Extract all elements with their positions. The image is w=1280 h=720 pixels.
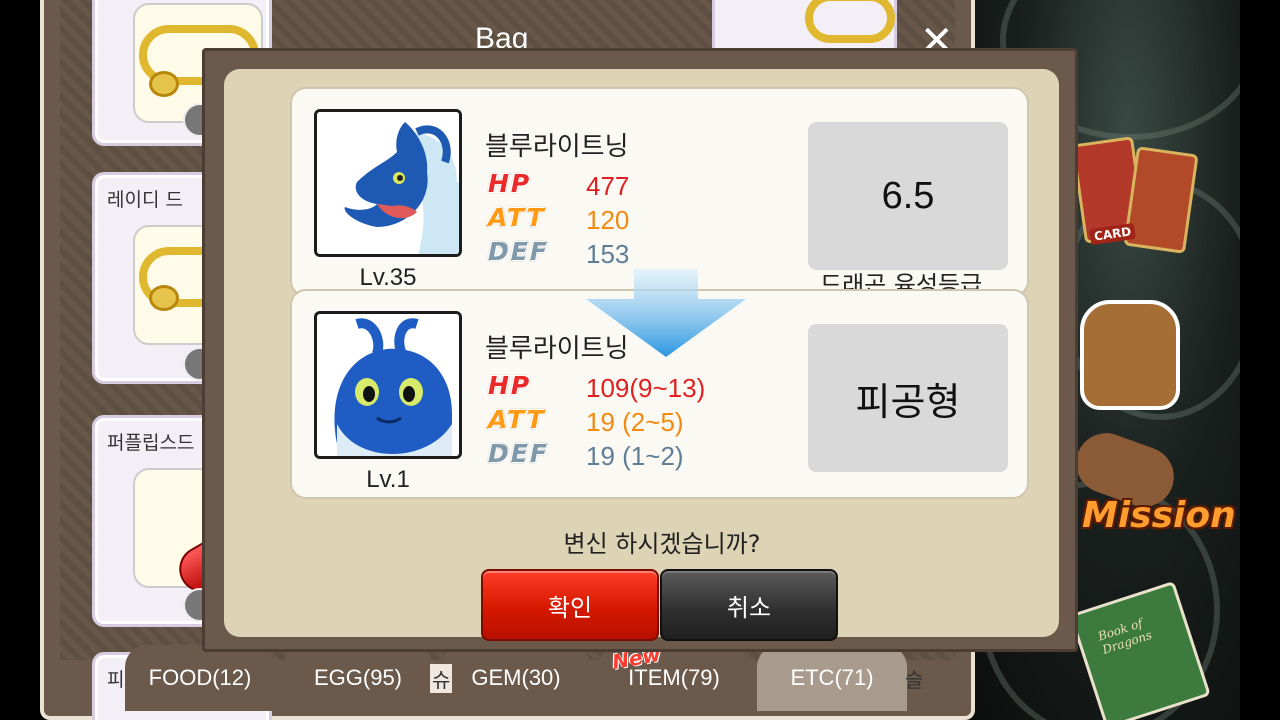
current-dragon-panel: Lv.35 블루라이트닝 HP 477 ATT 120 DEF 153 6.5 … — [290, 87, 1029, 299]
def-value: 19 (1~2) — [586, 441, 684, 471]
def-label: DEF — [488, 237, 549, 266]
dialog-body: Lv.35 블루라이트닝 HP 477 ATT 120 DEF 153 6.5 … — [224, 69, 1059, 641]
current-dragon-level: Lv.35 — [359, 264, 417, 291]
def-value: 153 — [586, 239, 630, 269]
evolve-dialog: Lv.35 블루라이트닝 HP 477 ATT 120 DEF 153 6.5 … — [202, 48, 1078, 652]
game-screen: CARD Mission Book of Dragons Bag ✕ 레이디 드… — [0, 0, 1280, 720]
def-label: DEF — [488, 439, 549, 468]
evolve-question: 변신 하시겠습니까? — [563, 530, 761, 558]
confirm-button[interactable]: 확인 — [481, 569, 659, 641]
growth-grade-value: 6.5 — [808, 122, 1008, 270]
hp-value: 109(9~13) — [586, 373, 706, 403]
cancel-button[interactable]: 취소 — [660, 569, 838, 641]
att-value: 120 — [586, 205, 630, 235]
dragon-type-value: 피공형 — [808, 324, 1008, 472]
result-dragon-portrait — [314, 311, 462, 459]
hp-label: HP — [488, 371, 532, 400]
att-label: ATT — [488, 203, 546, 232]
arrow-down-icon — [586, 269, 746, 357]
current-dragon-portrait — [314, 109, 462, 257]
att-label: ATT — [488, 405, 546, 434]
hp-value: 477 — [586, 171, 630, 201]
att-value: 19 (2~5) — [586, 407, 684, 437]
hp-label: HP — [488, 169, 532, 198]
current-dragon-name: 블루라이트닝 — [485, 132, 629, 162]
result-dragon-level: Lv.1 — [366, 466, 410, 493]
